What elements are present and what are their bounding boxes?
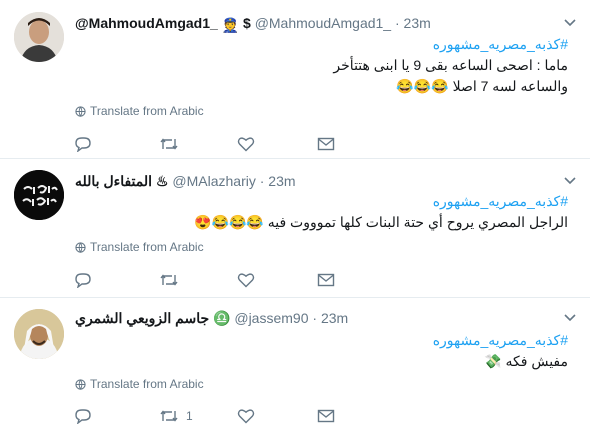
translate-link[interactable]: Translate from Arabic xyxy=(75,239,204,255)
avatar[interactable] xyxy=(14,309,64,359)
tweet-line-2: والساعه لسه 7 اصلا 😂😂😂 xyxy=(396,78,568,94)
avatar[interactable] xyxy=(14,12,64,62)
envelope-icon xyxy=(317,273,335,287)
police-officer-emoji: 👮 xyxy=(221,17,240,33)
handle[interactable]: @MahmoudAmgad1_ xyxy=(255,15,391,31)
globe-icon xyxy=(75,242,86,253)
globe-icon xyxy=(75,379,86,390)
separator-dot: · xyxy=(312,310,318,326)
tweet-text: #كذبه_مصريه_مشهوره ماما : اصحى الساعه بق… xyxy=(80,34,568,97)
dollar-badge: $ xyxy=(243,15,251,31)
chevron-down-icon[interactable] xyxy=(564,19,576,27)
avatar-image xyxy=(14,12,64,62)
avatar-image xyxy=(14,309,64,359)
retweet-count: 1 xyxy=(186,409,193,423)
timestamp[interactable]: 23m xyxy=(321,310,348,326)
like-button[interactable] xyxy=(237,134,262,154)
tweet-text: #كذبه_مصريه_مشهوره مفيش فكه 💸 xyxy=(80,330,568,372)
heart-icon xyxy=(237,409,255,424)
retweet-button[interactable] xyxy=(159,270,186,290)
display-name[interactable]: المتفاءل بالله ♨ xyxy=(75,173,169,189)
message-button[interactable] xyxy=(317,406,335,426)
reply-button[interactable] xyxy=(74,134,92,154)
retweet-icon xyxy=(160,274,178,286)
translate-link[interactable]: Translate from Arabic xyxy=(75,103,204,119)
separator-dot: · xyxy=(259,173,265,189)
avatar-image xyxy=(14,170,64,220)
reply-button[interactable] xyxy=(74,270,92,290)
retweet-icon xyxy=(160,138,178,150)
hashtag-link[interactable]: #كذبه_مصريه_مشهوره xyxy=(80,330,568,351)
hashtag-link[interactable]: #كذبه_مصريه_مشهوره xyxy=(80,34,568,55)
globe-icon xyxy=(75,106,86,117)
avatar[interactable] xyxy=(14,170,64,220)
envelope-icon xyxy=(317,409,335,423)
tweet-line-1: الراجل المصري يروح أي حتة البنات كلها تم… xyxy=(194,214,568,230)
tweet-3[interactable]: جاسم الزويعي الشمري ♎ @jassem90 · 23m #ك… xyxy=(0,298,590,441)
retweet-button[interactable] xyxy=(159,134,186,154)
chevron-down-icon[interactable] xyxy=(564,314,576,322)
translate-link[interactable]: Translate from Arabic xyxy=(75,376,204,392)
reply-icon xyxy=(75,409,91,424)
tweet-1[interactable]: @MahmoudAmgad1_ 👮 $ @MahmoudAmgad1_ · 23… xyxy=(0,0,590,159)
tweet-text: #كذبه_مصريه_مشهوره الراجل المصري يروح أي… xyxy=(80,191,568,233)
heart-icon xyxy=(237,273,255,288)
translate-label: Translate from Arabic xyxy=(90,104,204,118)
timestamp[interactable]: 23m xyxy=(268,173,295,189)
envelope-icon xyxy=(317,137,335,151)
tweet-line-1: مفيش فكه 💸 xyxy=(484,353,568,369)
tweet-header: جاسم الزويعي الشمري ♎ @jassem90 · 23m xyxy=(75,308,590,328)
message-button[interactable] xyxy=(317,134,335,154)
reply-button[interactable] xyxy=(74,406,92,426)
display-name[interactable]: @MahmoudAmgad1_ xyxy=(75,15,218,31)
translate-label: Translate from Arabic xyxy=(90,240,204,254)
retweet-icon xyxy=(160,410,178,422)
retweet-button[interactable]: 1 xyxy=(159,406,193,426)
reply-icon xyxy=(75,273,91,288)
tweet-header: @MahmoudAmgad1_ 👮 $ @MahmoudAmgad1_ · 23… xyxy=(75,13,590,33)
handle[interactable]: @MAlazhariy xyxy=(172,173,255,189)
separator-dot: · xyxy=(394,15,400,31)
heart-icon xyxy=(237,137,255,152)
translate-label: Translate from Arabic xyxy=(90,377,204,391)
timestamp[interactable]: 23m xyxy=(404,15,431,31)
chevron-down-icon[interactable] xyxy=(564,177,576,185)
tweet-line-1: ماما : اصحى الساعه بقى 9 يا ابنى هتتأخر xyxy=(333,57,568,73)
like-button[interactable] xyxy=(237,270,262,290)
message-button[interactable] xyxy=(317,270,335,290)
like-button[interactable] xyxy=(237,406,262,426)
tweet-2[interactable]: المتفاءل بالله ♨ @MAlazhariy · 23m #كذبه… xyxy=(0,159,590,298)
reply-icon xyxy=(75,137,91,152)
hashtag-link[interactable]: #كذبه_مصريه_مشهوره xyxy=(80,191,568,212)
tweet-header: المتفاءل بالله ♨ @MAlazhariy · 23m xyxy=(75,171,590,191)
display-name[interactable]: جاسم الزويعي الشمري ♎ xyxy=(75,310,230,326)
handle[interactable]: @jassem90 xyxy=(234,310,308,326)
